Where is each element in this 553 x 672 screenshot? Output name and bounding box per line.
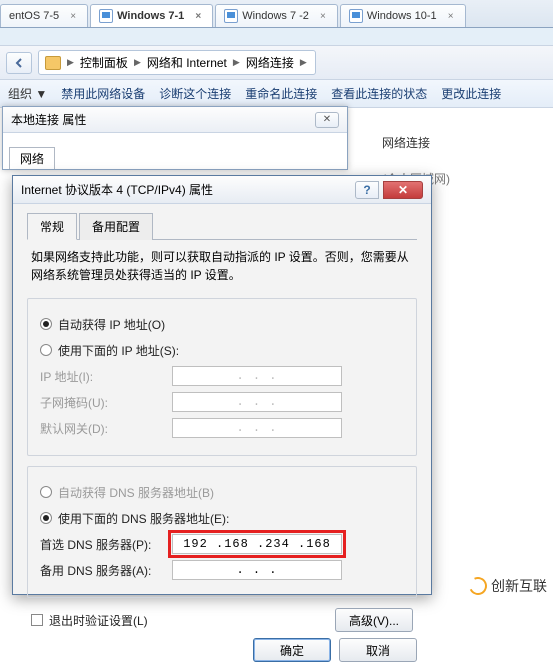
help-button[interactable]: ?: [355, 181, 379, 199]
radio-ip-manual[interactable]: [40, 344, 52, 356]
window-title: 本地连接 属性: [11, 111, 86, 128]
vm-tab-win7-1[interactable]: Windows 7-1 ×: [90, 4, 213, 27]
checkbox-validate-on-exit[interactable]: [31, 614, 43, 626]
label-ip-auto: 自动获得 IP 地址(O): [58, 316, 165, 333]
tab-label: Windows 10-1: [367, 10, 437, 22]
vm-tab-win10-1[interactable]: Windows 10-1 ×: [340, 4, 466, 27]
ip-settings-group: 自动获得 IP 地址(O) 使用下面的 IP 地址(S): IP 地址(I): …: [27, 298, 417, 456]
vm-toolbar-strip: [0, 28, 553, 46]
toolbar-disable[interactable]: 禁用此网络设备: [61, 85, 145, 102]
crumb-net-internet[interactable]: 网络和 Internet: [147, 54, 227, 71]
cancel-button[interactable]: 取消: [339, 638, 417, 662]
vm-tab-centos[interactable]: entOS 7-5 ×: [0, 4, 88, 27]
tab-alt-config[interactable]: 备用配置: [79, 213, 153, 240]
default-gateway-field: . . .: [172, 418, 342, 438]
label-ip-manual: 使用下面的 IP 地址(S):: [58, 342, 179, 359]
dialog-title: Internet 协议版本 4 (TCP/IPv4) 属性: [21, 181, 213, 198]
tab-label: Windows 7-1: [117, 10, 184, 22]
tab-network[interactable]: 网络: [9, 147, 55, 169]
window-titlebar[interactable]: 本地连接 属性 ✕: [3, 107, 347, 133]
label-dns-auto: 自动获得 DNS 服务器地址(B): [58, 484, 214, 501]
preferred-dns-field[interactable]: 192 .168 .234 .168: [172, 534, 342, 554]
local-connection-properties-window: 本地连接 属性 ✕ 网络: [2, 106, 348, 170]
ipv4-properties-dialog: Internet 协议版本 4 (TCP/IPv4) 属性 ? ✕ 常规 备用配…: [12, 175, 432, 595]
crumb-control-panel[interactable]: 控制面板: [80, 54, 128, 71]
folder-icon: [45, 56, 61, 70]
ip-address-field: . . .: [172, 366, 342, 386]
toolbar-change[interactable]: 更改此连接: [441, 85, 501, 102]
close-icon[interactable]: ×: [445, 10, 457, 22]
close-button[interactable]: ✕: [383, 181, 423, 199]
toolbar-status[interactable]: 查看此连接的状态: [331, 85, 427, 102]
label-subnet-mask: 子网掩码(U):: [40, 394, 172, 411]
subnet-mask-field: . . .: [172, 392, 342, 412]
chevron-right-icon: ▶: [300, 57, 307, 68]
vm-tab-bar: entOS 7-5 × Windows 7-1 × Windows 7 -2 ×…: [0, 0, 553, 28]
explorer-navbar: ▶ 控制面板 ▶ 网络和 Internet ▶ 网络连接 ▶: [0, 46, 553, 80]
label-default-gateway: 默认网关(D):: [40, 420, 172, 437]
chevron-right-icon: ▶: [67, 57, 74, 68]
back-button[interactable]: [6, 52, 32, 74]
watermark-logo-icon: [466, 574, 489, 597]
alt-dns-field[interactable]: . . .: [172, 560, 342, 580]
radio-ip-auto[interactable]: [40, 318, 52, 330]
dns-settings-group: 自动获得 DNS 服务器地址(B) 使用下面的 DNS 服务器地址(E): 首选…: [27, 466, 417, 598]
dialog-tabs: 常规 备用配置: [27, 212, 417, 240]
close-icon[interactable]: ×: [67, 10, 79, 22]
tab-label: entOS 7-5: [9, 10, 59, 22]
explorer-toolbar: 组织 ▼ 禁用此网络设备 诊断这个连接 重命名此连接 查看此连接的状态 更改此连…: [0, 80, 553, 108]
label-ip-address: IP 地址(I):: [40, 368, 172, 385]
vm-icon: [99, 9, 113, 23]
toolbar-diagnose[interactable]: 诊断这个连接: [159, 85, 231, 102]
label-dns-manual: 使用下面的 DNS 服务器地址(E):: [58, 510, 229, 527]
dialog-footer: 确定 取消: [27, 638, 417, 662]
watermark-text: 创新互联: [491, 576, 547, 596]
crumb-net-connections[interactable]: 网络连接: [246, 54, 294, 71]
chevron-right-icon: ▶: [134, 57, 141, 68]
tab-label: Windows 7 -2: [242, 10, 309, 22]
close-icon[interactable]: ×: [317, 10, 329, 22]
close-icon[interactable]: ×: [192, 10, 204, 22]
radio-dns-auto[interactable]: [40, 486, 52, 498]
breadcrumb[interactable]: ▶ 控制面板 ▶ 网络和 Internet ▶ 网络连接 ▶: [38, 50, 316, 75]
label-alt-dns: 备用 DNS 服务器(A):: [40, 562, 172, 579]
chevron-right-icon: ▶: [233, 57, 240, 68]
advanced-button[interactable]: 高级(V)...: [335, 608, 413, 632]
close-icon[interactable]: ✕: [315, 112, 339, 128]
dialog-description: 如果网络支持此功能，则可以获取自动指派的 IP 设置。否则，您需要从网络系统管理…: [31, 248, 413, 284]
label-validate-on-exit: 退出时验证设置(L): [49, 612, 148, 629]
watermark: 创新互联: [469, 576, 547, 596]
label-preferred-dns: 首选 DNS 服务器(P):: [40, 536, 172, 553]
ok-button[interactable]: 确定: [253, 638, 331, 662]
vm-icon: [224, 9, 238, 23]
dialog-titlebar[interactable]: Internet 协议版本 4 (TCP/IPv4) 属性 ? ✕: [13, 176, 431, 204]
tab-general[interactable]: 常规: [27, 213, 77, 240]
toolbar-rename[interactable]: 重命名此连接: [245, 85, 317, 102]
radio-dns-manual[interactable]: [40, 512, 52, 524]
network-connection-label: 网络连接: [382, 134, 430, 151]
vm-icon: [349, 9, 363, 23]
vm-tab-win7-2[interactable]: Windows 7 -2 ×: [215, 4, 338, 27]
arrow-left-icon: [14, 58, 24, 68]
